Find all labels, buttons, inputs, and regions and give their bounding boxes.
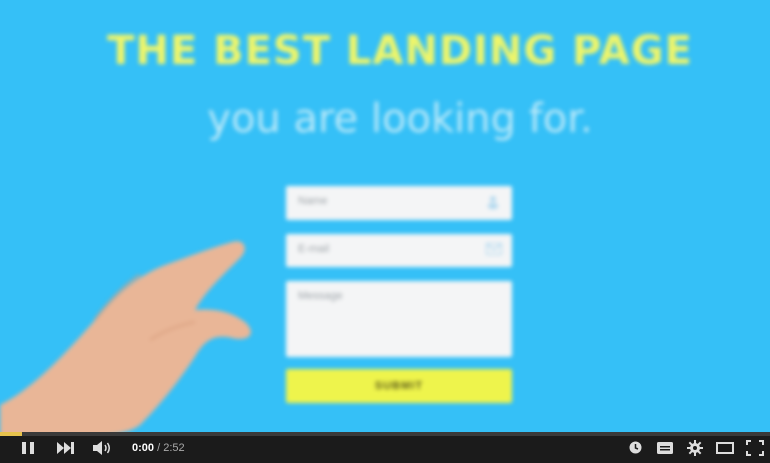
current-time: 0:00: [132, 442, 155, 454]
headline: THE BEST LANDING PAGE: [107, 28, 693, 74]
video-player[interactable]: THE BEST LANDING PAGE you are looking fo…: [0, 0, 770, 463]
email-field: E-mail: [286, 234, 512, 267]
time-display: 0:00 / 2:52: [132, 442, 185, 454]
subheadline: you are looking for.: [207, 96, 593, 142]
name-placeholder: Name: [298, 195, 328, 207]
control-bar: 0:00 / 2:52: [0, 436, 770, 463]
email-placeholder: E-mail: [298, 243, 330, 255]
pause-button[interactable]: [18, 440, 38, 460]
next-icon: [57, 441, 75, 459]
captions-button[interactable]: [654, 440, 676, 460]
watch-later-icon: [629, 441, 642, 459]
volume-button[interactable]: [92, 440, 114, 460]
pointing-hand-image: [0, 241, 251, 432]
duration: 2:52: [163, 442, 185, 454]
settings-button[interactable]: [685, 439, 705, 461]
captions-icon: [657, 441, 673, 459]
watch-later-button[interactable]: [626, 440, 644, 460]
video-frame[interactable]: THE BEST LANDING PAGE you are looking fo…: [0, 0, 770, 432]
time-separator: /: [154, 442, 164, 454]
landing-page-preview: THE BEST LANDING PAGE you are looking fo…: [0, 0, 770, 432]
user-icon: [486, 195, 500, 209]
envelope-icon: [485, 242, 503, 257]
next-button[interactable]: [55, 440, 77, 460]
volume-icon: [93, 440, 113, 460]
message-placeholder: Message: [298, 290, 343, 302]
theater-icon: [716, 441, 734, 459]
message-field: Message: [286, 281, 512, 357]
fullscreen-icon: [746, 439, 764, 461]
submit-button: SUBMIT: [286, 369, 512, 403]
fullscreen-button[interactable]: [744, 439, 766, 461]
name-field: Name: [286, 186, 512, 220]
pause-icon: [21, 441, 35, 460]
settings-icon: [687, 439, 703, 461]
theater-mode-button[interactable]: [714, 440, 736, 460]
